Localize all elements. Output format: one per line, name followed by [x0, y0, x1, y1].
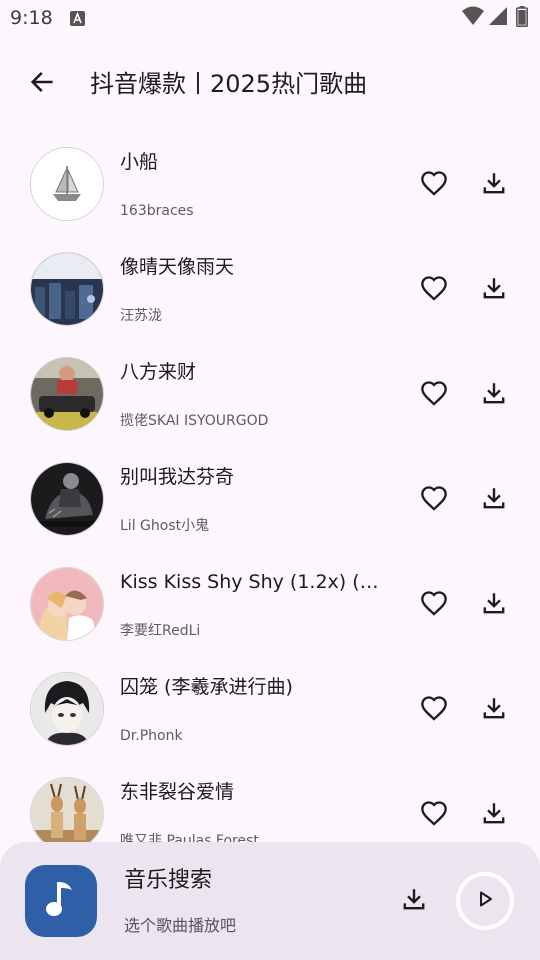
tiger-rider-cover-icon: [30, 462, 104, 536]
list-item[interactable]: 像晴天像雨天 汪苏泷: [0, 237, 540, 342]
heart-outline-icon: [420, 695, 448, 725]
music-note-icon: [44, 878, 78, 924]
song-artist: 揽佬SKAI ISYOURGOD: [120, 413, 269, 429]
favorite-button[interactable]: [414, 376, 454, 414]
download-button[interactable]: [474, 166, 514, 204]
list-item[interactable]: 囚笼 (李羲承进行曲) Dr.Phonk: [0, 657, 540, 762]
download-button[interactable]: [474, 586, 514, 624]
heart-outline-icon: [420, 800, 448, 830]
list-item[interactable]: 八方来财 揽佬SKAI ISYOURGOD: [0, 342, 540, 447]
mini-player[interactable]: 音乐搜索 选个歌曲播放吧: [0, 842, 540, 960]
song-artist: 163braces: [120, 203, 194, 219]
list-item[interactable]: 东非裂谷爱情 唯又非 Paulas Forest: [0, 762, 540, 842]
download-button[interactable]: [474, 376, 514, 414]
song-artist: 唯又非 Paulas Forest: [120, 833, 259, 842]
app-notification-icon: [70, 11, 85, 26]
status-bar: 9:18: [0, 0, 540, 36]
favorite-button[interactable]: [414, 481, 454, 519]
song-artist: 李要红RedLi: [120, 623, 201, 639]
download-icon: [401, 886, 427, 916]
city-night-cover-icon: [30, 252, 104, 326]
song-title: 八方来财: [120, 361, 197, 383]
play-button[interactable]: [456, 872, 514, 930]
song-title: 东非裂谷爱情: [120, 781, 235, 803]
play-icon: [475, 889, 495, 913]
heart-outline-icon: [420, 590, 448, 620]
battery-icon: [516, 6, 528, 31]
app-bar: 抖音爆款丨2025热门歌曲: [0, 52, 540, 116]
player-title: 音乐搜索: [124, 868, 213, 893]
signal-icon: [488, 6, 508, 30]
download-button[interactable]: [474, 691, 514, 729]
player-download-button[interactable]: [394, 882, 434, 920]
download-button[interactable]: [474, 481, 514, 519]
list-item[interactable]: 小船 163braces: [0, 132, 540, 237]
download-icon: [481, 695, 507, 725]
download-button[interactable]: [474, 271, 514, 309]
sailboat-cover-icon: [30, 147, 104, 221]
favorite-button[interactable]: [414, 796, 454, 834]
wifi-icon: [462, 6, 484, 30]
song-title: Kiss Kiss Shy Shy (1.2x) (1.2x): [120, 571, 390, 593]
anime-boy-cover-icon: [30, 672, 104, 746]
list-item[interactable]: Kiss Kiss Shy Shy (1.2x) (1.2x) 李要红RedLi: [0, 552, 540, 657]
favorite-button[interactable]: [414, 691, 454, 729]
song-title: 像晴天像雨天: [120, 256, 235, 278]
download-icon: [481, 170, 507, 200]
back-button[interactable]: [24, 66, 60, 102]
song-title: 别叫我达芬奇: [120, 466, 235, 488]
song-title: 囚笼 (李羲承进行曲): [120, 676, 293, 698]
player-album-art[interactable]: [25, 865, 97, 937]
list-item[interactable]: 别叫我达芬奇 Lil Ghost小鬼: [0, 447, 540, 552]
heart-outline-icon: [420, 170, 448, 200]
download-icon: [481, 380, 507, 410]
download-icon: [481, 275, 507, 305]
favorite-button[interactable]: [414, 166, 454, 204]
song-list[interactable]: 小船 163braces 像晴天像雨天 汪苏泷 八方来财 揽佬SKAI ISYO…: [0, 132, 540, 842]
player-subtitle: 选个歌曲播放吧: [124, 916, 237, 935]
status-time: 9:18: [10, 7, 53, 29]
song-artist: 汪苏泷: [120, 308, 162, 324]
antelope-couple-cover-icon: [30, 777, 104, 842]
download-icon: [481, 590, 507, 620]
download-icon: [481, 800, 507, 830]
kissing-couple-cover-icon: [30, 567, 104, 641]
page-title: 抖音爆款丨2025热门歌曲: [90, 70, 368, 98]
song-title: 小船: [120, 151, 159, 173]
download-icon: [481, 485, 507, 515]
car-crew-cover-icon: [30, 357, 104, 431]
heart-outline-icon: [420, 275, 448, 305]
song-artist: Lil Ghost小鬼: [120, 518, 210, 534]
arrow-left-icon: [28, 68, 56, 100]
favorite-button[interactable]: [414, 586, 454, 624]
heart-outline-icon: [420, 485, 448, 515]
song-artist: Dr.Phonk: [120, 728, 183, 744]
favorite-button[interactable]: [414, 271, 454, 309]
download-button[interactable]: [474, 796, 514, 834]
heart-outline-icon: [420, 380, 448, 410]
